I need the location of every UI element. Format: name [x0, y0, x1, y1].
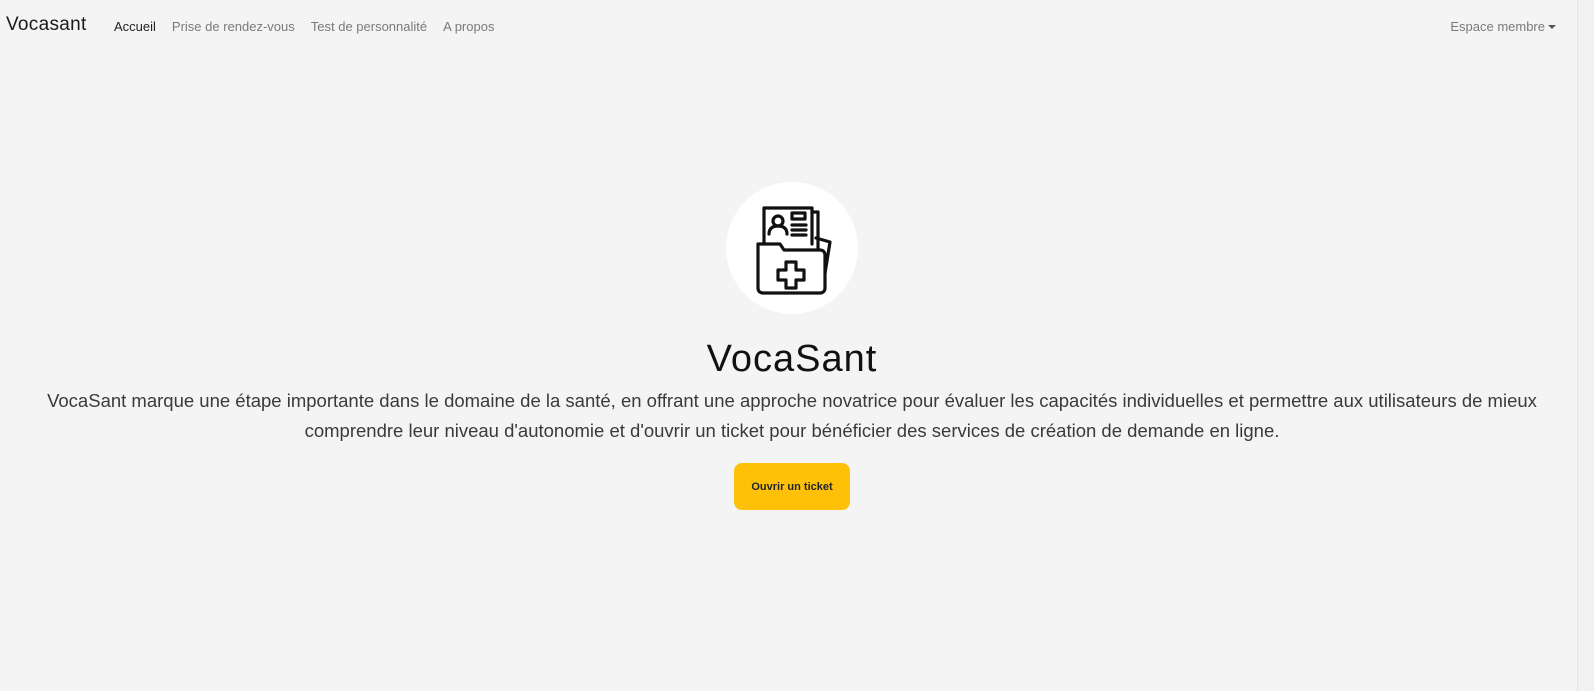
- page: Vocasant Accueil Prise de rendez-vous Te…: [0, 0, 1594, 691]
- hero-description: VocaSant marque une étape importante dan…: [47, 390, 1537, 441]
- open-ticket-button[interactable]: Ouvrir un ticket: [734, 463, 850, 510]
- brand-logo[interactable]: Vocasant: [6, 14, 87, 36]
- medical-folder-icon: [756, 206, 832, 295]
- nav-item-accueil[interactable]: Accueil: [114, 19, 164, 34]
- hero-title: VocaSant: [706, 338, 878, 380]
- vertical-scrollbar[interactable]: [1577, 0, 1594, 691]
- navbar: Vocasant Accueil Prise de rendez-vous Te…: [0, 0, 1578, 56]
- nav-links: Accueil Prise de rendez-vous Test de per…: [114, 19, 502, 34]
- nav-item-test-personnalite[interactable]: Test de personnalité: [303, 19, 435, 34]
- member-menu-dropdown[interactable]: Espace membre: [1450, 19, 1556, 34]
- caret-down-icon: [1548, 25, 1556, 29]
- hero-logo: [726, 182, 858, 314]
- nav-item-a-propos[interactable]: A propos: [435, 19, 502, 34]
- nav-item-rendez-vous[interactable]: Prise de rendez-vous: [164, 19, 303, 34]
- member-menu-label: Espace membre: [1450, 19, 1545, 34]
